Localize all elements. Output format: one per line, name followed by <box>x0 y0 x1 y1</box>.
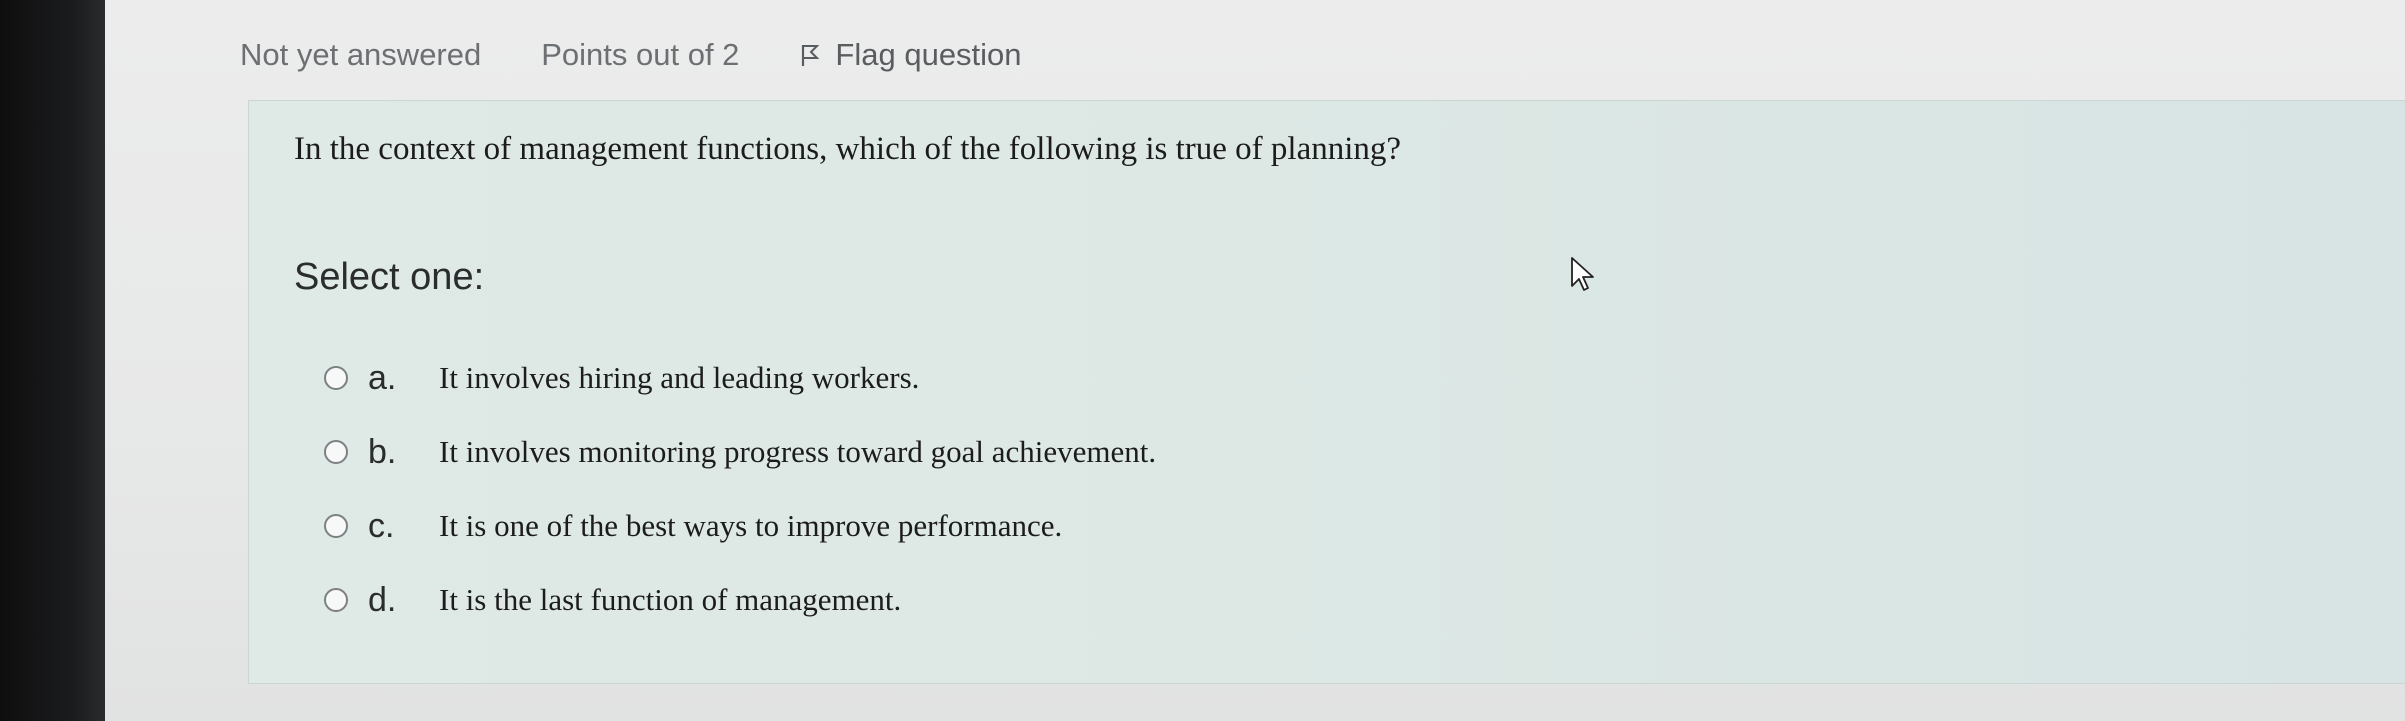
question-info: Not yet answered Points out of 2 Flag qu… <box>240 30 1022 80</box>
quiz-page: Not yet answered Points out of 2 Flag qu… <box>105 0 2405 721</box>
answer-letter-b: b. <box>368 432 397 471</box>
flag-question-button[interactable]: Flag question <box>799 37 1022 73</box>
answer-radio-b[interactable] <box>324 440 348 464</box>
answer-text-c[interactable]: It is one of the best ways to improve pe… <box>439 508 1062 544</box>
answer-option-c[interactable]: c. It is one of the best ways to improve… <box>324 489 1156 563</box>
answer-letter-a: a. <box>368 358 397 397</box>
answer-letter-d: d. <box>368 580 397 619</box>
answer-text-a[interactable]: It involves hiring and leading workers. <box>439 360 919 396</box>
question-panel: In the context of management functions, … <box>248 100 2405 684</box>
answer-radio-a[interactable] <box>324 366 348 390</box>
answer-text-d[interactable]: It is the last function of management. <box>439 582 901 618</box>
answer-radio-c[interactable] <box>324 514 348 538</box>
question-text: In the context of management functions, … <box>294 131 1402 167</box>
select-prompt: Select one: <box>294 256 485 298</box>
question-state: Not yet answered <box>240 37 482 72</box>
answer-list: a. It involves hiring and leading worker… <box>324 341 1156 637</box>
question-grade: Points out of 2 <box>541 37 740 72</box>
answer-text-b[interactable]: It involves monitoring progress toward g… <box>439 434 1156 470</box>
screen-bezel <box>0 0 105 721</box>
answer-option-a[interactable]: a. It involves hiring and leading worker… <box>324 341 1156 415</box>
answer-letter-c: c. <box>368 506 395 545</box>
answer-option-b[interactable]: b. It involves monitoring progress towar… <box>324 415 1156 489</box>
mouse-pointer-icon <box>1571 257 1594 291</box>
flag-icon <box>802 45 820 66</box>
answer-radio-d[interactable] <box>324 588 348 612</box>
flag-question-label: Flag question <box>835 37 1022 72</box>
answer-option-d[interactable]: d. It is the last function of management… <box>324 563 1156 637</box>
